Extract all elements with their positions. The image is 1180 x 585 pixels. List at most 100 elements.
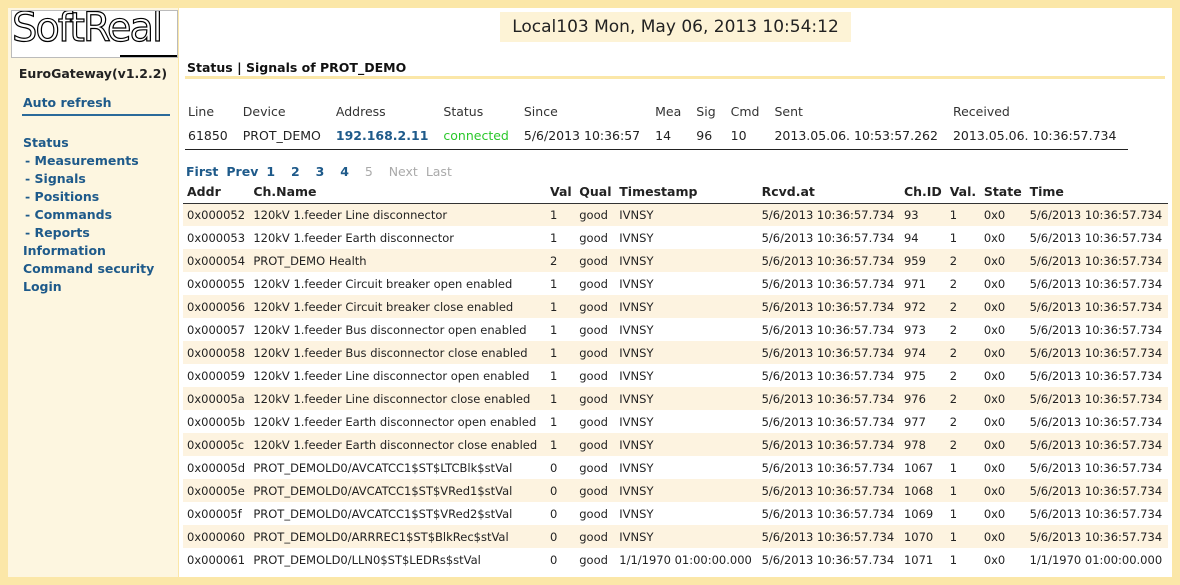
signal-cell-timestamp: IVNSY <box>619 230 654 245</box>
col-header-val[interactable]: Val <box>545 181 576 204</box>
signal-cell-addr: 0x00005d <box>187 460 246 475</box>
signal-cell-time: 5/6/2013 10:36:57.734 <box>1029 506 1163 521</box>
signal-cell-addr: 0x000052 <box>187 207 246 222</box>
sidebar-link-command-security[interactable]: Command security <box>23 261 154 276</box>
cmd-count: 10 <box>727 123 772 150</box>
sidebar-link-commands[interactable]: - Commands <box>25 207 112 222</box>
signal-cell-ch-name: PROT_DEMOLD0/AVCATCC1$ST$VRed1$stVal <box>253 483 513 498</box>
signal-cell-val: 0 <box>549 460 558 475</box>
col-header-ch-name[interactable]: Ch.Name <box>249 181 546 204</box>
signal-cell-timestamp: IVNSY <box>619 506 654 521</box>
sidebar-link-measurements[interactable]: - Measurements <box>25 153 139 168</box>
logo-text: SoftReal <box>12 10 164 52</box>
signal-cell-qual: good <box>579 437 608 452</box>
signal-cell-state: 0x0 <box>983 322 1006 337</box>
logo-underline <box>120 55 177 57</box>
col-header-state[interactable]: State <box>979 181 1026 204</box>
since-time: 5/6/2013 10:36:57 <box>520 123 653 150</box>
col-header-ch-id[interactable]: Ch.ID <box>899 181 946 204</box>
signal-cell-time: 5/6/2013 10:36:57.734 <box>1029 207 1163 222</box>
signal-cell-ch-name: PROT_DEMOLD0/AVCATCC1$ST$VRed2$stVal <box>253 506 513 521</box>
sidebar-link-auto-refresh[interactable]: Auto refresh <box>23 95 112 110</box>
col-header-addr[interactable]: Addr <box>183 181 250 204</box>
signal-cell-qual: good <box>579 230 608 245</box>
signal-cell-state: 0x0 <box>983 529 1006 544</box>
signal-cell-val-dot: 1 <box>949 529 958 544</box>
signal-row: 0x00005d PROT_DEMOLD0/AVCATCC1$ST$LTCBlk$… <box>183 456 1168 479</box>
signal-cell-qual: good <box>579 483 608 498</box>
signal-cell-rcvd-at: 5/6/2013 10:36:57.734 <box>761 368 895 383</box>
signal-cell-rcvd-at: 5/6/2013 10:36:57.734 <box>761 230 895 245</box>
signal-cell-rcvd-at: 5/6/2013 10:36:57.734 <box>761 391 895 406</box>
signal-cell-ch-id: 1069 <box>903 506 934 521</box>
pager-page-1-link[interactable]: 1 <box>266 164 275 179</box>
pager-page-3-link[interactable]: 3 <box>316 164 325 179</box>
device-name: PROT_DEMO <box>239 123 333 150</box>
sidebar-link-positions[interactable]: - Positions <box>25 189 99 204</box>
signal-cell-addr: 0x000053 <box>187 230 246 245</box>
signal-row: 0x000061 PROT_DEMOLD0/LLN0$ST$LEDRs$stVal… <box>183 548 1168 571</box>
signal-row: 0x000060 PROT_DEMOLD0/ARRREC1$ST$BlkRec$s… <box>183 525 1168 548</box>
pager-next-disabled: Next <box>388 164 418 179</box>
signal-cell-addr: 0x000061 <box>187 552 246 567</box>
pager-page-4-link[interactable]: 4 <box>340 164 349 179</box>
sidebar-link-reports[interactable]: - Reports <box>25 225 90 240</box>
signal-cell-ch-id: 959 <box>903 253 926 268</box>
signal-cell-val-dot: 1 <box>949 230 958 245</box>
col-header-timestamp[interactable]: Timestamp <box>615 181 758 204</box>
col-header-val-dot[interactable]: Val. <box>945 181 980 204</box>
signal-cell-state: 0x0 <box>983 345 1006 360</box>
col-header-address: Address <box>335 104 386 119</box>
signal-cell-timestamp: IVNSY <box>619 368 654 383</box>
pager-first-link[interactable]: First <box>186 164 218 179</box>
col-header-time[interactable]: Time <box>1025 181 1168 204</box>
signal-cell-val-dot: 2 <box>949 276 958 291</box>
signal-cell-val: 1 <box>549 368 558 383</box>
pager-prev-link[interactable]: Prev <box>226 164 258 179</box>
signal-cell-val-dot: 2 <box>949 253 958 268</box>
signal-cell-timestamp: IVNSY <box>619 483 654 498</box>
signal-cell-ch-name: 120kV 1.feeder Earth disconnector close … <box>253 437 538 452</box>
col-header-device: Device <box>242 104 286 119</box>
col-header-mea: Mea <box>655 104 682 119</box>
signal-cell-addr: 0x00005a <box>187 391 245 406</box>
signal-cell-val-dot: 1 <box>949 506 958 521</box>
signal-cell-val: 2 <box>549 253 558 268</box>
signals-table-body: 0x000052 120kV 1.feeder Line disconnector… <box>183 203 1168 571</box>
signal-cell-val-dot: 1 <box>949 460 958 475</box>
connection-status: connected <box>440 123 521 150</box>
device-address-link[interactable]: 192.168.2.11 <box>332 123 441 150</box>
pagination: First Prev 1 2 3 4 5 Next Last <box>186 164 456 179</box>
signal-cell-val: 1 <box>549 437 558 452</box>
line-status-table: Line Device Address Status Since Mea Sig… <box>185 100 1129 150</box>
pager-last-disabled: Last <box>425 164 452 179</box>
signals-header-row: Addr Ch.Name Val Qual Timestamp Rcvd.at … <box>183 181 1168 204</box>
col-header-since: Since <box>523 104 558 119</box>
signal-cell-qual: good <box>579 368 608 383</box>
header-clock: Local103 Mon, May 06, 2013 10:54:12 <box>500 12 851 42</box>
signal-cell-ch-name: 120kV 1.feeder Bus disconnector close en… <box>253 345 528 360</box>
signal-cell-ch-name: PROT_DEMO Health <box>253 253 367 268</box>
signal-cell-timestamp: IVNSY <box>619 414 654 429</box>
col-header-status: Status <box>443 104 484 119</box>
signal-cell-ch-name: 120kV 1.feeder Circuit breaker close ena… <box>253 299 514 314</box>
signal-row: 0x00005b 120kV 1.feeder Earth disconnecto… <box>183 410 1168 433</box>
signal-cell-timestamp: IVNSY <box>619 391 654 406</box>
sidebar-link-login[interactable]: Login <box>23 279 62 294</box>
signal-cell-ch-id: 1067 <box>903 460 934 475</box>
col-header-rcvd-at[interactable]: Rcvd.at <box>757 181 900 204</box>
sidebar-link-information[interactable]: Information <box>23 243 106 258</box>
signal-cell-state: 0x0 <box>983 414 1006 429</box>
signal-cell-qual: good <box>579 529 608 544</box>
signal-cell-val-dot: 1 <box>949 552 958 567</box>
sidebar-link-signals[interactable]: - Signals <box>25 171 86 186</box>
col-header-qual[interactable]: Qual <box>575 181 616 204</box>
signal-cell-qual: good <box>579 414 608 429</box>
col-header-sig: Sig <box>696 104 716 119</box>
signal-row: 0x000055 120kV 1.feeder Circuit breaker o… <box>183 272 1168 295</box>
pager-page-2-link[interactable]: 2 <box>291 164 300 179</box>
signal-cell-qual: good <box>579 506 608 521</box>
signal-row: 0x00005f PROT_DEMOLD0/AVCATCC1$ST$VRed2$s… <box>183 502 1168 525</box>
sidebar-link-status[interactable]: Status <box>23 135 69 150</box>
signal-cell-time: 5/6/2013 10:36:57.734 <box>1029 322 1163 337</box>
